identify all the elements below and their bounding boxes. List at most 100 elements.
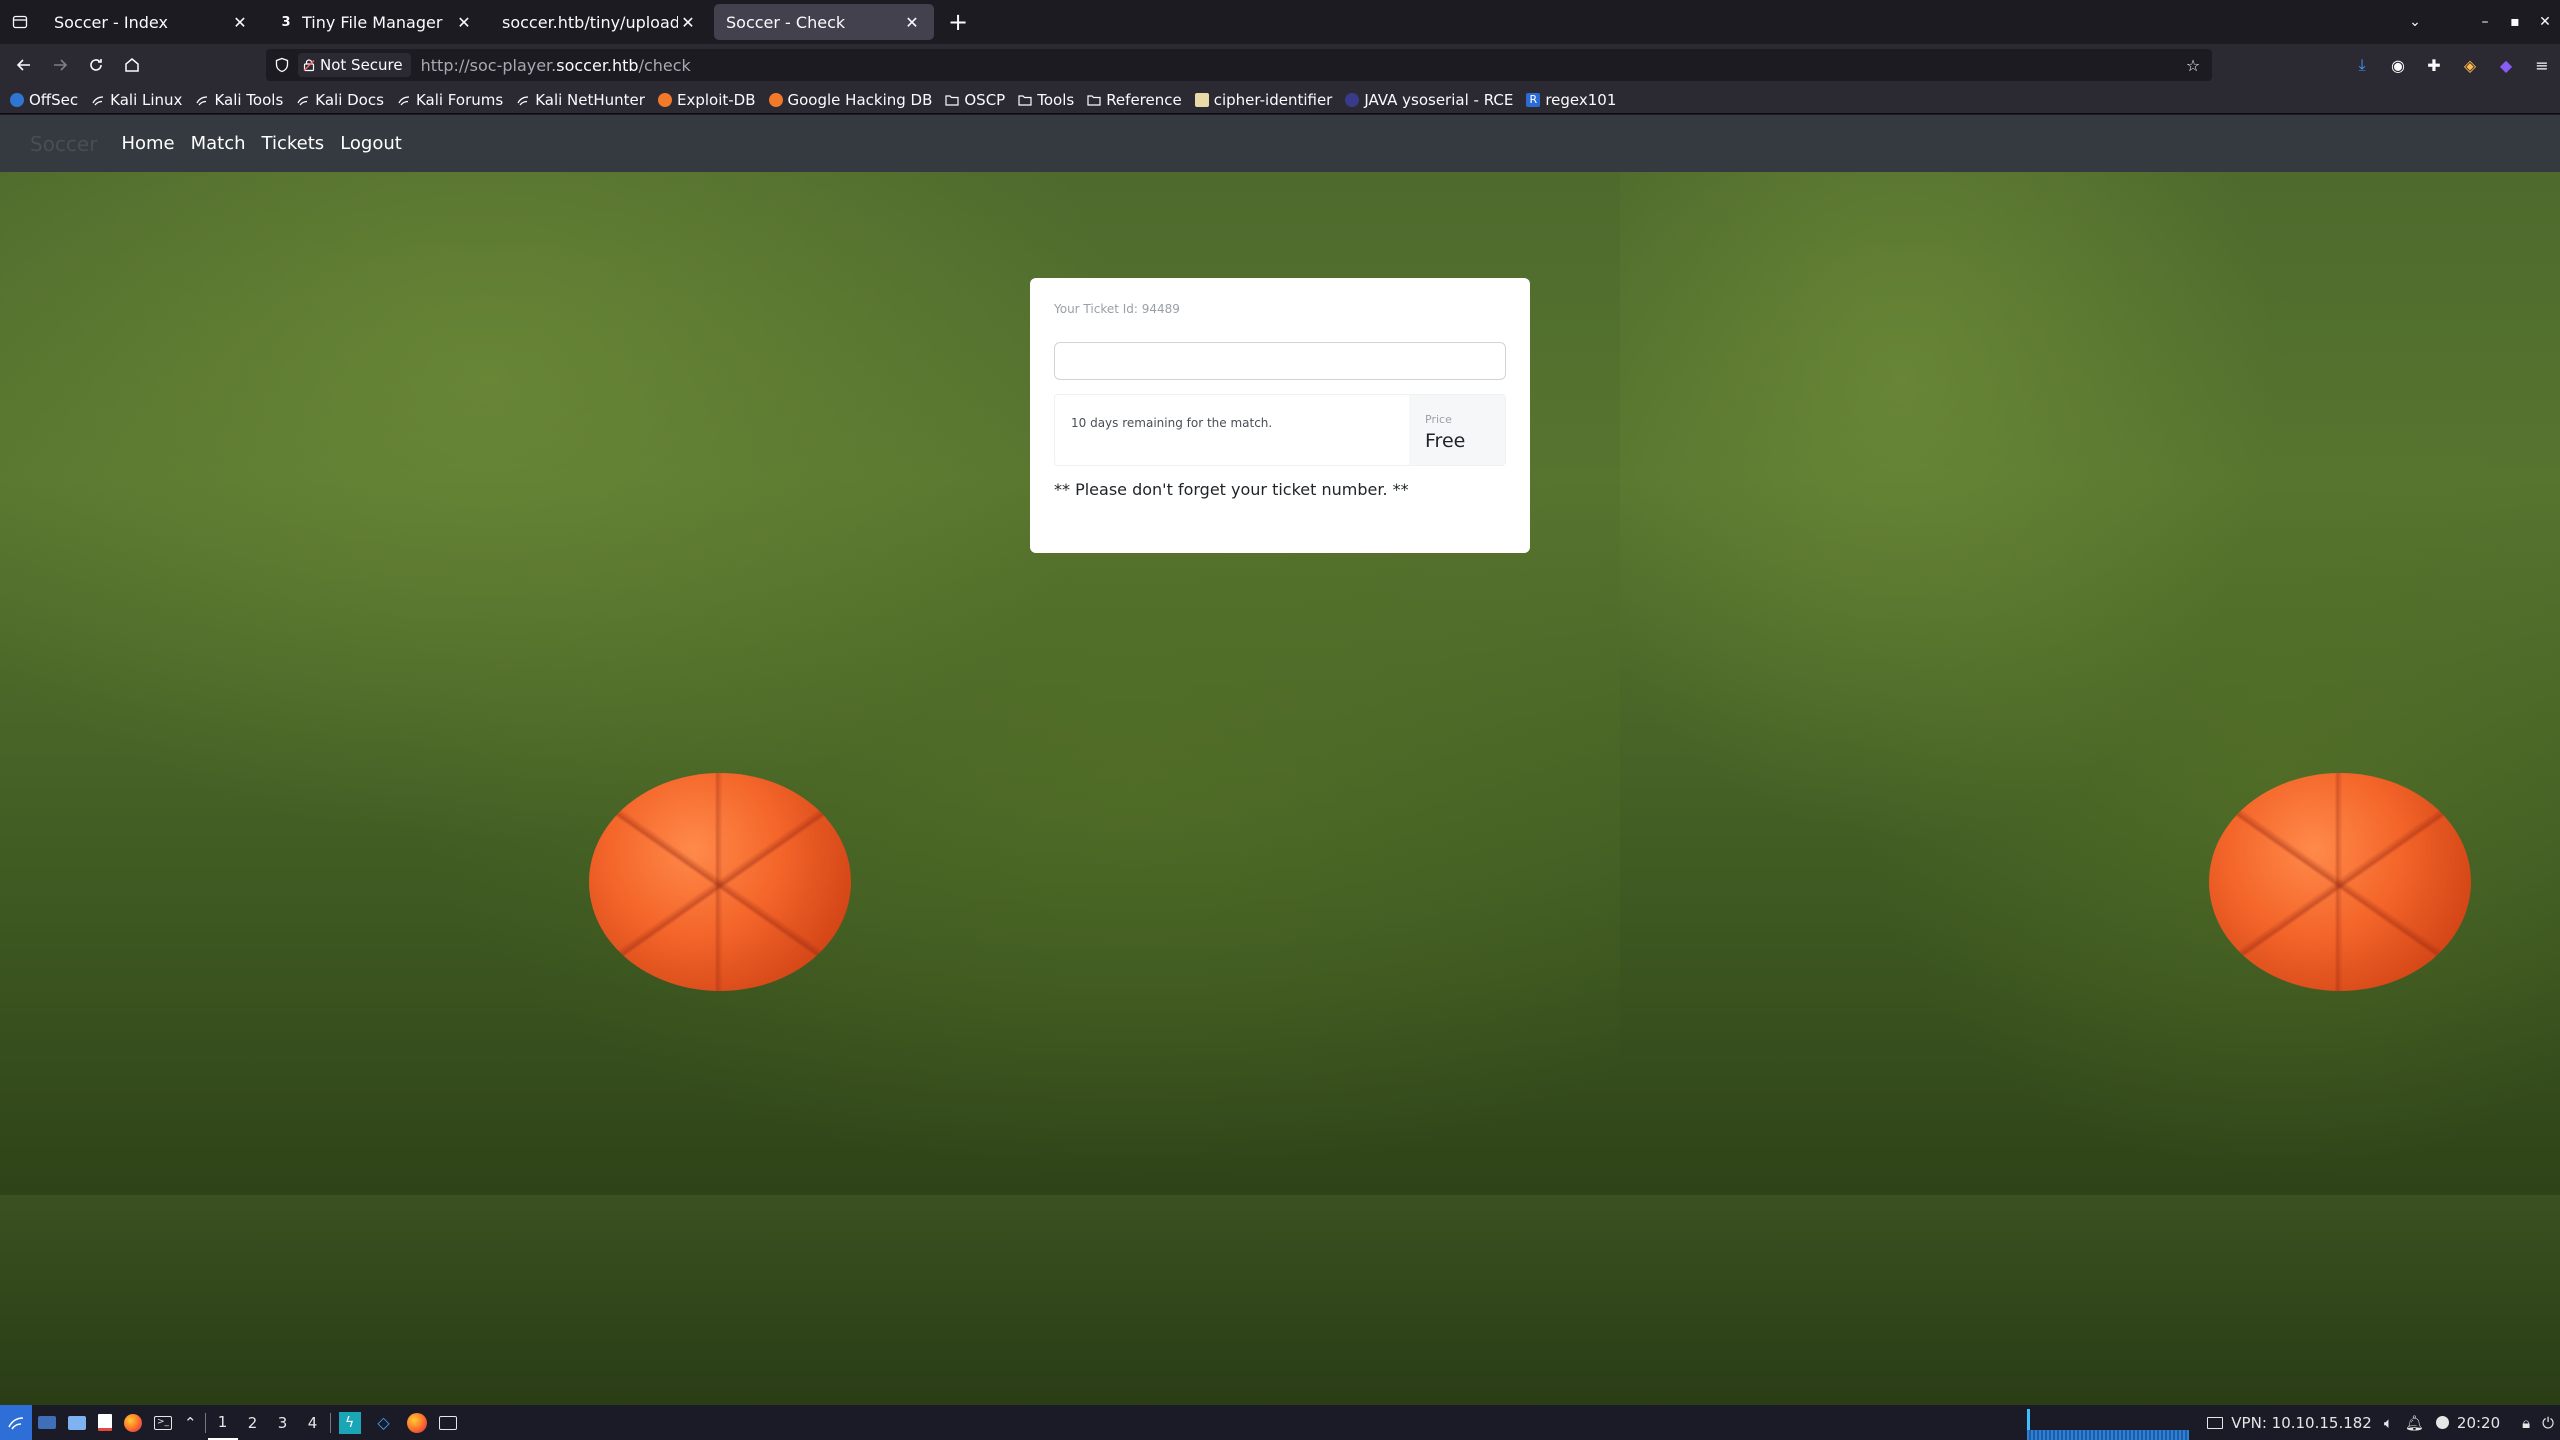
shield-icon[interactable] (274, 57, 290, 73)
bookmark-label: Kali Docs (315, 90, 384, 109)
site-navbar: Soccer Home Match Tickets Logout (0, 115, 2560, 172)
list-all-tabs-icon[interactable] (0, 0, 40, 44)
text-editor-icon[interactable] (92, 1405, 118, 1440)
bookmark-kali-docs[interactable]: Kali Docs (296, 91, 384, 109)
chevron-down-icon[interactable]: ⌄ (2400, 7, 2430, 37)
tab-strip: Soccer - Index ✕ 3 Tiny File Manager ✕ s… (0, 0, 2560, 44)
extension-purple-icon[interactable]: ◆ (2488, 47, 2524, 83)
minimize-icon[interactable]: – (2470, 7, 2500, 37)
bookmark-oscp[interactable]: OSCP (945, 91, 1005, 109)
ticket-info-box: 10 days remaining for the match. Price F… (1054, 394, 1506, 466)
ticket-input[interactable] (1054, 342, 1506, 380)
bookmark-java-ysoserial-rce[interactable]: JAVA ysoserial - RCE (1345, 91, 1513, 109)
files-icon[interactable] (62, 1405, 92, 1440)
workspace-2[interactable]: 2 (238, 1405, 268, 1440)
bookmark-kali-forums[interactable]: Kali Forums (397, 91, 503, 109)
tab-soccer-index[interactable]: Soccer - Index ✕ (42, 4, 262, 40)
back-arrow-icon[interactable] (8, 49, 40, 81)
bookmark-kali-tools[interactable]: Kali Tools (195, 91, 283, 109)
bookmark-kali-nethunter[interactable]: Kali NetHunter (516, 91, 645, 109)
tab-title: Tiny File Manager (302, 12, 443, 32)
bookmark-label: Google Hacking DB (787, 90, 933, 109)
kali-menu-icon[interactable] (0, 1405, 32, 1440)
download-icon[interactable]: ⤓ (2344, 47, 2380, 83)
soccer-ball-image (589, 773, 851, 991)
url-text[interactable]: http://soc-player.soccer.htb/check (421, 56, 691, 75)
folder-icon (945, 93, 959, 107)
clock[interactable]: 20:20 (2430, 1405, 2506, 1440)
java-icon (1345, 92, 1360, 107)
not-secure-badge[interactable]: Not Secure (298, 53, 411, 77)
url-bar[interactable]: Not Secure http://soc-player.soccer.htb/… (266, 49, 2212, 81)
grass-strip-left (0, 1195, 1620, 1405)
vpn-indicator[interactable]: VPN: 10.10.15.182 (2201, 1405, 2378, 1440)
site-brand[interactable]: Soccer (30, 132, 97, 156)
url-path: /check (638, 55, 691, 75)
bookmark-label: Reference (1106, 90, 1182, 109)
workspace-1[interactable]: 1 (207, 1405, 238, 1440)
bookmarks-toolbar: OffSec Kali Linux Kali Tools Kali Docs Kali … (0, 86, 2560, 114)
tab-shell[interactable]: soccer.htb/tiny/uploads/shell ✕ (490, 4, 710, 40)
power-icon[interactable]: ⏻ (2536, 1405, 2560, 1440)
soccer-ball-image (2209, 773, 2471, 991)
volume-icon[interactable]: 🔈︎ (2378, 1405, 2399, 1440)
bookmark-label: regex101 (1545, 90, 1617, 109)
ticket-note: ** Please don't forget your ticket numbe… (1054, 480, 1409, 499)
terminal-icon[interactable]: >_ (148, 1405, 178, 1440)
new-tab-button[interactable]: + (940, 4, 976, 40)
bookmark-offsec[interactable]: OffSec (10, 91, 78, 109)
maximize-icon[interactable]: ▪ (2500, 7, 2530, 37)
nav-link-match[interactable]: Match (191, 133, 246, 154)
price-label: Price (1425, 413, 1452, 426)
exploitdb-icon (768, 92, 783, 107)
taskbar-app-vscode-icon[interactable]: ◇ (367, 1405, 401, 1440)
nav-link-tickets[interactable]: Tickets (262, 133, 325, 154)
bookmark-regex101[interactable]: Rregex101 (1526, 91, 1616, 109)
bookmark-reference[interactable]: Reference (1087, 91, 1182, 109)
close-icon[interactable]: ✕ (230, 12, 250, 32)
desktop-icon[interactable] (32, 1405, 62, 1440)
account-icon[interactable]: ◉ (2380, 47, 2416, 83)
navigation-toolbar: Not Secure http://soc-player.soccer.htb/… (0, 44, 2560, 86)
kali-icon (91, 93, 105, 107)
workspace-4[interactable]: 4 (298, 1405, 328, 1440)
taskbar: >_ ⌃ 1 2 3 4 ϟ ◇ VPN: 10.10.15.182 🔈︎ 🔔︎… (0, 1405, 2560, 1440)
taskbar-app-terminal-icon[interactable] (433, 1405, 463, 1440)
close-icon[interactable]: ✕ (902, 12, 922, 32)
nav-link-home[interactable]: Home (121, 133, 174, 154)
tab-tiny-file-manager[interactable]: 3 Tiny File Manager ✕ (266, 4, 486, 40)
tfm-icon: 3 (281, 14, 291, 30)
extensions-icon[interactable]: ✚ (2416, 47, 2452, 83)
reload-icon[interactable] (80, 49, 112, 81)
ticket-id-label: Your Ticket Id: 94489 (1054, 302, 1180, 316)
bookmark-tools[interactable]: Tools (1018, 91, 1074, 109)
bookmark-cipher-identifier[interactable]: cipher-identifier (1194, 91, 1332, 109)
chevron-up-icon[interactable]: ⌃ (178, 1405, 203, 1440)
extension-badge-icon[interactable]: ◈ (2452, 47, 2488, 83)
workspace-3[interactable]: 3 (268, 1405, 298, 1440)
close-window-icon[interactable]: ✕ (2530, 7, 2560, 37)
bookmark-kali-linux[interactable]: Kali Linux (91, 91, 182, 109)
close-icon[interactable]: ✕ (678, 12, 698, 32)
tab-title: Soccer - Index (54, 12, 168, 32)
background-image: Your Ticket Id: 94489 10 days remaining … (0, 172, 2560, 1405)
system-tray: VPN: 10.10.15.182 🔈︎ 🔔︎ 20:20 🔒︎ ⏻ (2027, 1405, 2560, 1440)
tab-soccer-check[interactable]: Soccer - Check ✕ (714, 4, 934, 40)
taskbar-app-firefox-icon[interactable] (401, 1405, 433, 1440)
bookmark-google-hacking-db[interactable]: Google Hacking DB (768, 90, 933, 109)
not-secure-label: Not Secure (320, 56, 403, 74)
network-graph (2027, 1405, 2190, 1440)
firefox-icon[interactable] (118, 1405, 148, 1440)
bookmark-star-icon[interactable]: ☆ (2182, 54, 2204, 76)
close-icon[interactable]: ✕ (454, 12, 474, 32)
lock-screen-icon[interactable]: 🔒︎ (2516, 1405, 2536, 1440)
home-icon[interactable] (116, 49, 148, 81)
notification-bell-icon[interactable]: 🔔︎ (2399, 1405, 2430, 1440)
taskbar-app-bolt-icon[interactable]: ϟ (333, 1405, 367, 1440)
forward-arrow-icon[interactable] (44, 49, 76, 81)
menu-icon[interactable]: ≡ (2524, 47, 2560, 83)
nav-link-logout[interactable]: Logout (340, 133, 402, 154)
price-value: Free (1425, 430, 1466, 452)
bookmark-exploit-db[interactable]: Exploit-DB (657, 91, 756, 109)
url-host: soccer.htb (556, 55, 639, 75)
